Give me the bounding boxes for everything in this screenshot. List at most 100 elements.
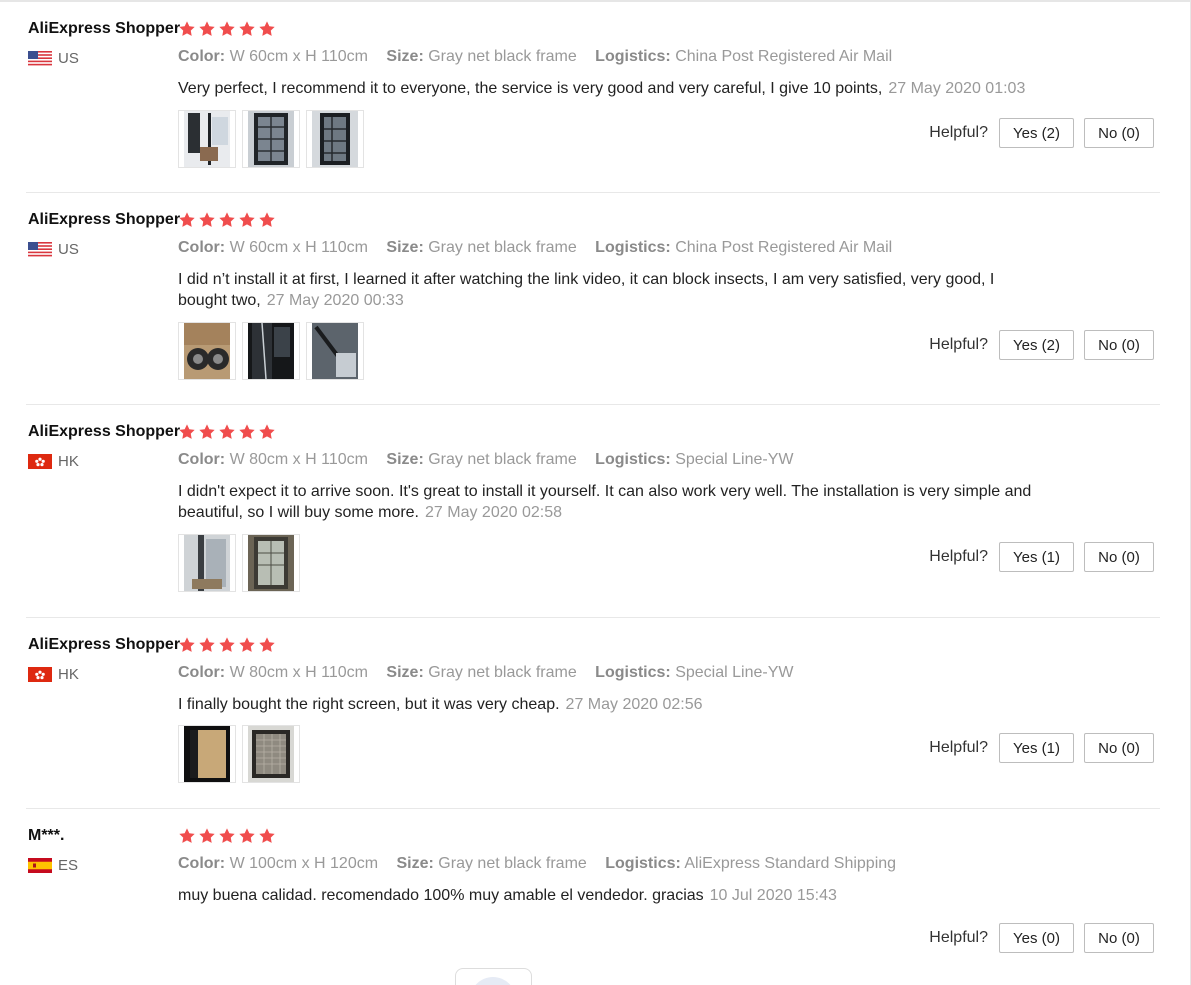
review-photo[interactable] [242, 725, 300, 783]
review-photo[interactable] [178, 725, 236, 783]
us-flag-icon [28, 51, 52, 66]
color-value: W 60cm x H 110cm [229, 239, 368, 256]
helpful-vote: Helpful? Yes (0) No (0) [929, 923, 1154, 953]
star-icon [259, 212, 275, 227]
helpful-label: Helpful? [929, 929, 988, 946]
order-attributes: Color: W 100cm x H 120cm Size: Gray net … [178, 855, 896, 873]
star-icon [179, 21, 195, 36]
star-icon [199, 212, 215, 227]
review-photo[interactable] [242, 534, 300, 592]
size-value: Gray net black frame [428, 451, 577, 468]
helpful-yes-button[interactable]: Yes (1) [999, 733, 1074, 763]
reviewer-country: ES [28, 857, 78, 874]
star-icon [259, 637, 275, 652]
star-icon [179, 212, 195, 227]
review-text: Very perfect, I recommend it to everyone… [178, 78, 1038, 99]
order-attributes: Color: W 80cm x H 110cm Size: Gray net b… [178, 451, 793, 469]
star-icon [219, 212, 235, 227]
review-divider [26, 617, 1160, 618]
reviewer-name: AliExpress Shopper [28, 636, 181, 653]
color-label: Color: [178, 451, 226, 468]
star-icon [219, 424, 235, 439]
review-date: 27 May 2020 01:03 [888, 80, 1026, 97]
size-value: Gray net black frame [428, 239, 577, 256]
country-code: ES [58, 857, 79, 874]
review-photo[interactable] [178, 534, 236, 592]
review-text: I did n’t install it at first, I learned… [178, 269, 1038, 311]
star-rating [178, 423, 276, 441]
color-value: W 100cm x H 120cm [229, 855, 379, 872]
country-code: HK [58, 453, 79, 470]
color-label: Color: [178, 855, 226, 872]
helpful-no-button[interactable]: No (0) [1084, 733, 1154, 763]
order-attributes: Color: W 60cm x H 110cm Size: Gray net b… [178, 48, 892, 66]
helpful-vote: Helpful? Yes (2) No (0) [929, 330, 1154, 360]
helpful-yes-button[interactable]: Yes (2) [999, 118, 1074, 148]
logistics-label: Logistics: [595, 451, 671, 468]
review-photo[interactable] [178, 110, 236, 168]
logistics-label: Logistics: [595, 664, 671, 681]
review-divider [26, 404, 1160, 405]
star-icon [179, 828, 195, 843]
star-icon [259, 21, 275, 36]
star-icon [239, 637, 255, 652]
reviewer-country: US [28, 241, 79, 258]
country-code: HK [58, 666, 79, 683]
size-label: Size: [386, 664, 424, 681]
review-content: muy buena calidad. recomendado 100% muy … [178, 887, 704, 904]
review-photo[interactable] [306, 110, 364, 168]
color-label: Color: [178, 239, 226, 256]
review-date: 27 May 2020 02:58 [425, 504, 562, 521]
helpful-no-button[interactable]: No (0) [1084, 118, 1154, 148]
logistics-value: AliExpress Standard Shipping [684, 855, 897, 872]
reviewer-name: AliExpress Shopper [28, 211, 181, 228]
helpful-vote: Helpful? Yes (1) No (0) [929, 542, 1154, 572]
order-attributes: Color: W 60cm x H 110cm Size: Gray net b… [178, 239, 892, 257]
helpful-no-button[interactable]: No (0) [1084, 330, 1154, 360]
size-label: Size: [396, 855, 434, 872]
review-photo[interactable] [178, 322, 236, 380]
helpful-yes-button[interactable]: Yes (2) [999, 330, 1074, 360]
helpful-no-button[interactable]: No (0) [1084, 923, 1154, 953]
reviewer-name: M***. [28, 827, 65, 844]
reviewer-country: HK [28, 453, 79, 470]
us-flag-icon [28, 242, 52, 257]
size-value: Gray net black frame [428, 48, 577, 65]
country-code: US [58, 241, 79, 258]
order-attributes: Color: W 80cm x H 110cm Size: Gray net b… [178, 664, 793, 682]
review-photo[interactable] [306, 322, 364, 380]
star-icon [219, 21, 235, 36]
feedback-page: AliExpress Shopper US Color: W 60cm x H … [0, 0, 1191, 985]
helpful-label: Helpful? [929, 548, 988, 565]
star-icon [179, 424, 195, 439]
helpful-vote: Helpful? Yes (2) No (0) [929, 118, 1154, 148]
review-divider [26, 808, 1160, 809]
size-label: Size: [386, 48, 424, 65]
size-label: Size: [386, 451, 424, 468]
helpful-yes-button[interactable]: Yes (1) [999, 542, 1074, 572]
color-label: Color: [178, 664, 226, 681]
logistics-label: Logistics: [595, 48, 671, 65]
avatar-circle [470, 977, 516, 985]
helpful-no-button[interactable]: No (0) [1084, 542, 1154, 572]
hk-flag-icon [28, 454, 52, 469]
review-text: I finally bought the right screen, but i… [178, 694, 1038, 715]
star-rating [178, 827, 276, 845]
hk-flag-icon [28, 667, 52, 682]
star-rating [178, 636, 276, 654]
logistics-value: China Post Registered Air Mail [675, 239, 893, 256]
review-photos [178, 725, 300, 783]
review-photo[interactable] [242, 110, 300, 168]
star-rating [178, 20, 276, 38]
review-date: 27 May 2020 02:56 [565, 696, 703, 713]
star-icon [199, 424, 215, 439]
star-icon [219, 828, 235, 843]
color-value: W 60cm x H 110cm [229, 48, 368, 65]
review-date: 10 Jul 2020 15:43 [709, 887, 837, 904]
logistics-value: Special Line-YW [675, 664, 794, 681]
size-value: Gray net black frame [438, 855, 587, 872]
review-photo[interactable] [242, 322, 300, 380]
es-flag-icon [28, 858, 52, 873]
star-icon [199, 637, 215, 652]
helpful-yes-button[interactable]: Yes (0) [999, 923, 1074, 953]
